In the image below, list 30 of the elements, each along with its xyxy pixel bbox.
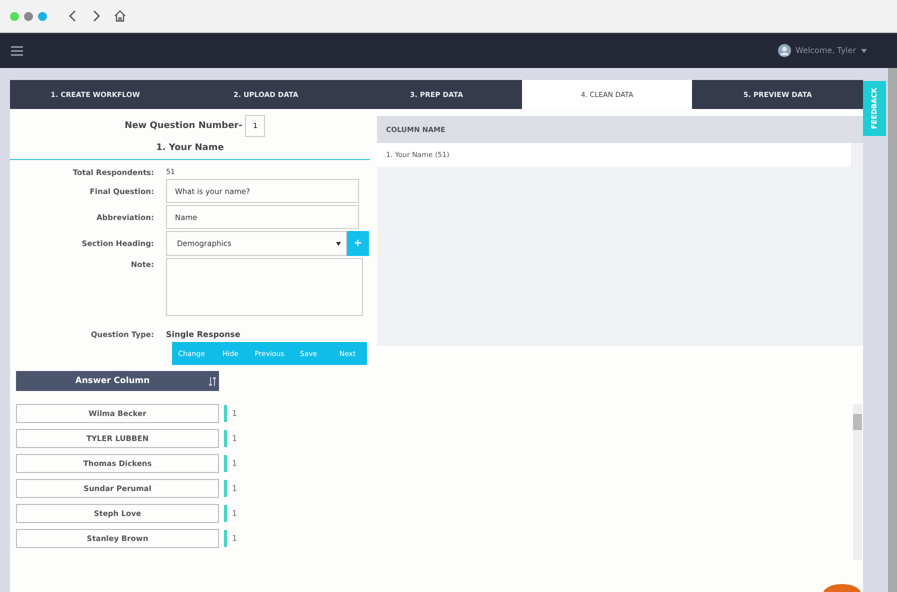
sort-icon[interactable] [209, 376, 216, 386]
count-bar [224, 430, 227, 447]
answer-count: 1 [232, 459, 238, 468]
answer-count: 1 [232, 534, 238, 543]
user-menu[interactable]: Welcome, Tyler [796, 46, 856, 55]
question-title: 1. Your Name [10, 137, 370, 160]
answer-count: 1 [232, 484, 238, 493]
scrollbar[interactable] [853, 404, 862, 560]
back-icon[interactable] [68, 10, 78, 22]
question-number-label: New Question Number- [124, 121, 242, 131]
window-control-dot[interactable] [38, 12, 47, 20]
menu-icon[interactable] [11, 46, 23, 56]
home-icon[interactable] [114, 10, 126, 22]
avatar-icon [778, 44, 790, 57]
page-scrollbar[interactable] [888, 68, 897, 592]
note-field[interactable] [166, 258, 363, 316]
forward-icon[interactable] [91, 10, 101, 22]
caret-icon[interactable] [336, 242, 341, 246]
count-bar [224, 405, 227, 422]
count-bar [224, 505, 227, 522]
answer-count: 1 [232, 434, 238, 443]
count-bar [224, 455, 227, 472]
window-control-dot[interactable] [10, 12, 19, 20]
count-bar [224, 530, 227, 547]
count-bar [224, 480, 227, 497]
answer-count: 1 [232, 509, 238, 518]
answer-count: 1 [232, 409, 238, 418]
window-control-dot[interactable] [24, 12, 33, 20]
field-value: Single Response [166, 329, 240, 339]
answer-column-title: Answer Column [74, 376, 151, 386]
